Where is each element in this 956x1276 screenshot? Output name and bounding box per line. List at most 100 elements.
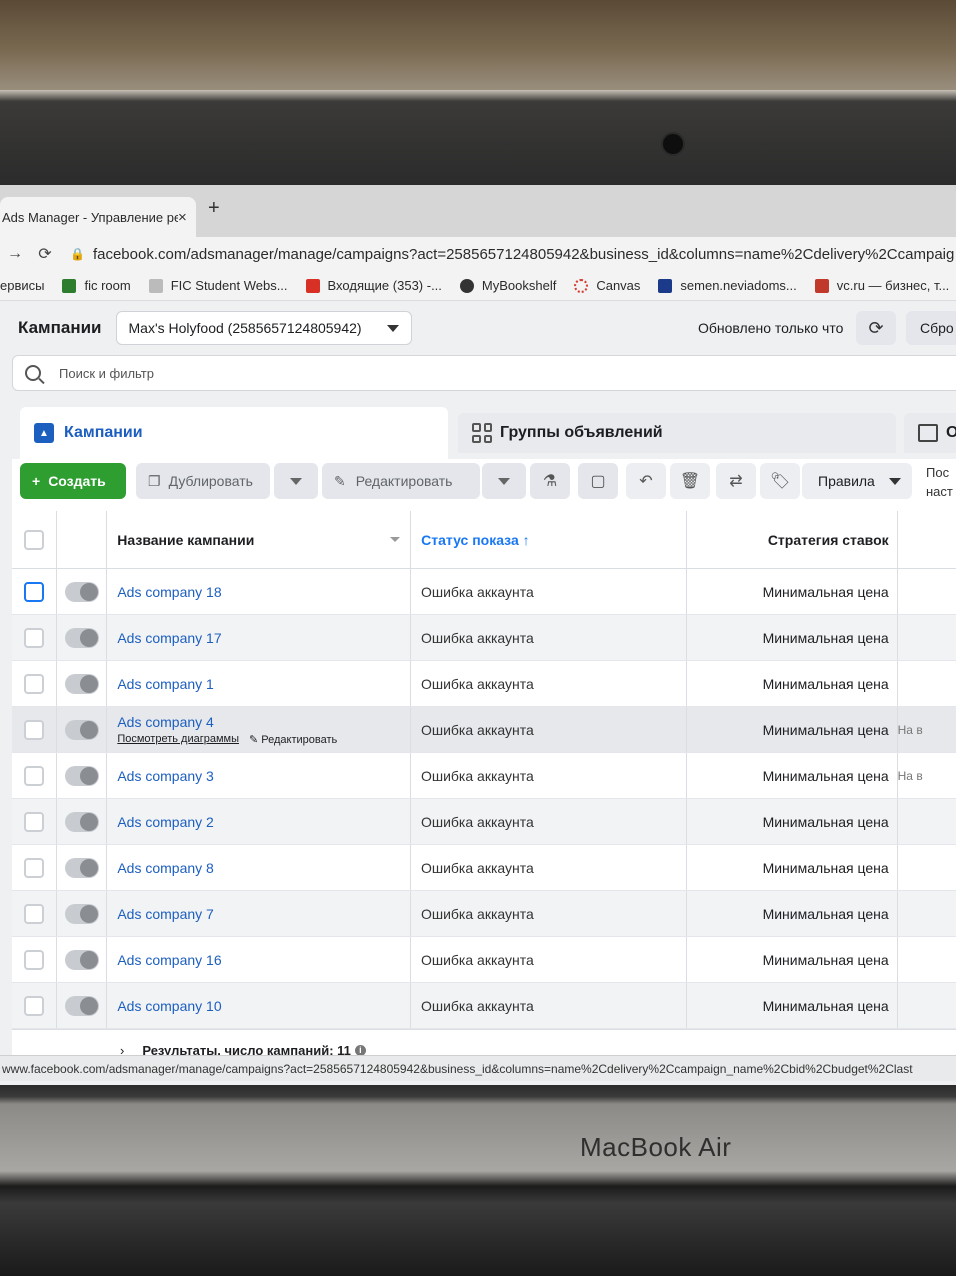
bookmark-item[interactable]: FIC Student Webs... (148, 278, 288, 293)
row-checkbox[interactable] (23, 765, 44, 786)
table-row[interactable]: Ads company 2 Ошибка аккаунта Минимальна… (12, 799, 956, 845)
chevron-down-icon (888, 477, 901, 485)
row-status-cell: Ошибка аккаунта (411, 845, 688, 890)
view-charts-link[interactable]: Посмотреть диаграммы (117, 733, 239, 746)
campaign-name-link[interactable]: Ads company 8 (117, 860, 214, 876)
tab-adsets[interactable]: Группы объявлений (458, 413, 896, 453)
row-extra-cell: На в (897, 768, 923, 783)
webcam (663, 134, 683, 154)
refresh-button[interactable]: ⟳ (856, 311, 896, 345)
bookmark-item[interactable]: ервисы (0, 278, 44, 293)
toolbar: + Создать ❐ Дублировать ✎ Редактировать ⚗ ▢… (12, 459, 956, 511)
edit-dropdown[interactable] (482, 463, 526, 499)
flask-icon: ⚗ (542, 473, 558, 490)
campaign-name-link[interactable]: Ads company 16 (117, 952, 221, 968)
laptop-bezel-top (0, 90, 956, 185)
campaign-name-link[interactable]: Ads company 3 (117, 768, 214, 784)
campaign-name-link[interactable]: Ads company 10 (117, 998, 221, 1014)
tab-ads[interactable]: О (904, 413, 956, 453)
campaign-toggle[interactable] (64, 673, 99, 694)
ab-test-button[interactable]: ⚗ (530, 463, 570, 499)
view-setup-label[interactable]: Пос наст (926, 463, 953, 501)
bookmark-item[interactable]: Входящие (353) -... (305, 278, 442, 293)
row-checkbox[interactable] (23, 627, 44, 648)
page-title: Кампании (18, 318, 102, 337)
edit-link[interactable]: ✎ Редактировать (249, 733, 337, 746)
table-row[interactable]: Ads company 7 Ошибка аккаунта Минимальна… (12, 891, 956, 937)
campaign-toggle[interactable] (64, 903, 99, 924)
campaign-toggle[interactable] (64, 949, 99, 970)
campaign-toggle[interactable] (64, 627, 99, 648)
canvas-icon (574, 278, 589, 293)
url-field[interactable]: facebook.com/adsmanager/manage/campaigns… (93, 246, 954, 263)
duplicate-dropdown[interactable] (274, 463, 318, 499)
campaign-name-link[interactable]: Ads company 17 (117, 630, 221, 646)
row-checkbox[interactable] (23, 673, 44, 694)
row-name-cell: Ads company 1 (107, 661, 411, 706)
delete-button[interactable]: 🗑 (670, 463, 710, 499)
bookmark-item[interactable]: vc.ru — бизнес, т... (814, 278, 949, 293)
table-row[interactable]: Ads company 10 Ошибка аккаунта Минимальн… (12, 983, 956, 1029)
row-checkbox[interactable] (23, 949, 44, 970)
reset-button[interactable]: Сбро (906, 311, 956, 345)
undo-button[interactable]: ↶ (626, 463, 666, 499)
campaign-name-link[interactable]: Ads company 2 (117, 814, 214, 830)
table-row[interactable]: Ads company 3 Ошибка аккаунта Минимальна… (12, 753, 956, 799)
rules-button[interactable]: Правила (802, 463, 912, 499)
row-toggle-cell (57, 569, 108, 614)
table-row[interactable]: Ads company 18 Ошибка аккаунта Минимальн… (12, 569, 956, 615)
create-button[interactable]: + Создать (20, 463, 126, 499)
column-header-bid-strategy[interactable]: Стратегия ставок (687, 511, 898, 568)
reload-icon[interactable]: ⟳ (30, 244, 60, 264)
bookmark-item[interactable]: MyBookshelf (459, 278, 556, 293)
forward-icon[interactable]: → (0, 245, 30, 263)
row-checkbox[interactable] (23, 903, 44, 924)
campaign-name-link[interactable]: Ads company 4 (117, 714, 214, 730)
campaign-name-link[interactable]: Ads company 1 (117, 676, 214, 692)
lock-button[interactable]: ▢ (578, 463, 618, 499)
row-extra-cell (898, 661, 956, 706)
table-row[interactable]: Ads company 16 Ошибка аккаунта Минимальн… (12, 937, 956, 983)
row-checkbox[interactable] (23, 581, 44, 602)
table-row[interactable]: Ads company 8 Ошибка аккаунта Минимальна… (12, 845, 956, 891)
row-toggle-cell (57, 753, 108, 798)
row-checkbox[interactable] (23, 811, 44, 832)
column-header-status[interactable]: Статус показа ↑ (411, 511, 688, 568)
campaign-toggle[interactable] (64, 995, 99, 1016)
row-bid-cell: Минимальная цена (687, 569, 898, 614)
select-all-checkbox[interactable] (23, 529, 44, 550)
tag-button[interactable]: 🏷 (760, 463, 800, 499)
campaign-toggle[interactable] (64, 719, 99, 740)
campaign-name-link[interactable]: Ads company 18 (117, 584, 221, 600)
bookmark-item[interactable]: fic room (62, 278, 131, 293)
pencil-icon: ✎ (334, 472, 346, 489)
column-header-name[interactable]: Название кампании (107, 511, 412, 568)
row-bid-cell: Минимальная цена (687, 937, 898, 982)
row-name-cell: Ads company 3 (107, 753, 411, 798)
duplicate-button[interactable]: ❐ Дублировать (136, 463, 270, 499)
campaign-toggle[interactable] (64, 765, 99, 786)
table-row[interactable]: Ads company 4 Посмотреть диаграммы ✎ Ред… (12, 707, 956, 753)
campaign-toggle[interactable] (64, 811, 99, 832)
row-checkbox[interactable] (23, 995, 44, 1016)
table-row[interactable]: Ads company 1 Ошибка аккаунта Минимальна… (12, 661, 956, 707)
account-select[interactable]: Max's Holyfood (2585657124805942) (115, 311, 412, 345)
new-tab-button[interactable]: + (208, 197, 220, 220)
bookmark-item[interactable]: semen.neviadoms... (658, 278, 797, 293)
row-checkbox[interactable] (23, 719, 44, 740)
campaign-toggle[interactable] (64, 581, 99, 602)
app-header: Кампании Max's Holyfood (258565712480594… (0, 301, 956, 355)
bookmark-item[interactable]: Canvas (574, 278, 640, 293)
table-row[interactable]: Ads company 17 Ошибка аккаунта Минимальн… (12, 615, 956, 661)
close-icon[interactable]: × (178, 209, 196, 226)
tab-campaigns[interactable]: ▲ Кампании (20, 407, 448, 459)
campaign-toggle[interactable] (64, 857, 99, 878)
export-button[interactable]: ⇄ (716, 463, 756, 499)
search-input[interactable]: Поиск и фильтр (12, 355, 956, 391)
row-checkbox[interactable] (23, 857, 44, 878)
row-bid-cell: Минимальная цена (687, 983, 898, 1028)
edit-button[interactable]: ✎ Редактировать (322, 463, 480, 499)
campaign-name-link[interactable]: Ads company 7 (117, 906, 214, 922)
column-header-extra[interactable] (898, 511, 956, 568)
browser-tab[interactable]: Ads Manager - Управление ре × (0, 197, 196, 237)
